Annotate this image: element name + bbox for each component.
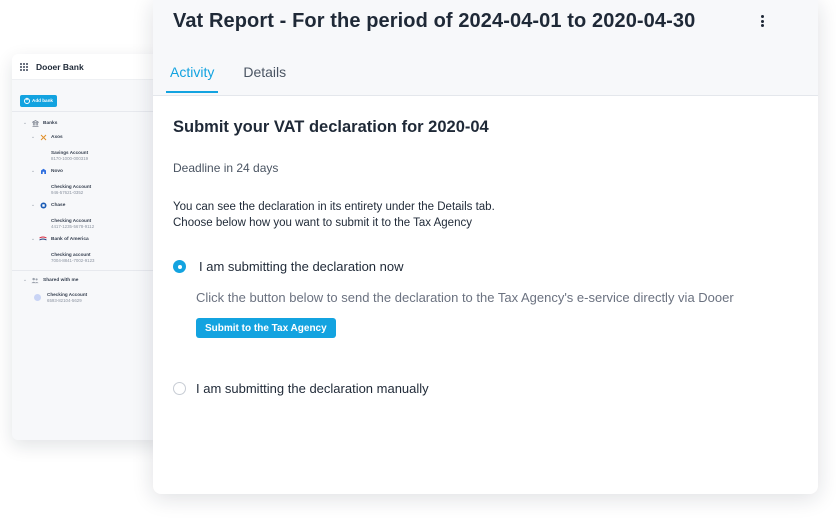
info-line-1: You can see the declaration in its entir… — [173, 201, 495, 213]
account-item[interactable]: Checking Account 946-57621-0352 — [12, 184, 164, 196]
account-item[interactable]: Checking account 7004-8841-7002-9123 — [12, 252, 164, 264]
chevron-down-icon[interactable]: ⌄ — [30, 134, 36, 140]
option-submit-manually[interactable]: I am submitting the declaration manually — [173, 381, 429, 396]
info-text: You can see the declaration in its entir… — [173, 199, 495, 231]
chevron-down-icon[interactable]: ⌄ — [30, 168, 36, 174]
account-number: 8170-1000-000319 — [51, 156, 89, 161]
add-bank-button[interactable]: + Add bank — [20, 94, 57, 107]
tree-banks-group[interactable]: ⌄ Banks — [12, 118, 164, 128]
chase-logo-icon — [39, 201, 47, 209]
tree-shared-group[interactable]: ⌄ Shared with me — [12, 275, 164, 285]
bank-tree: ⌄ Banks ⌄ Axos Savings Account 8170-1000… — [12, 112, 164, 304]
bank-name: Axos — [51, 134, 63, 140]
vat-report-card: Vat Report - For the period of 2024-04-0… — [153, 0, 818, 494]
shared-account-item[interactable]: Checking Account 6593-82104-5629 — [12, 292, 164, 304]
grid-icon[interactable] — [20, 62, 28, 71]
bank-name: Novo — [51, 168, 63, 174]
bank-building-icon — [31, 119, 39, 127]
option-submit-manually-label: I am submitting the declaration manually — [196, 381, 429, 396]
plus-icon: + — [24, 97, 30, 104]
account-number: 6593-82104-5629 — [47, 298, 82, 303]
account-item[interactable]: Checking Account 4417-1235-5678-9112 — [12, 218, 164, 230]
option-submit-now-description: Click the button below to send the decla… — [196, 290, 734, 305]
radio-submit-now[interactable] — [173, 260, 186, 273]
account-number: 4417-1235-5678-9112 — [51, 224, 95, 229]
tree-bank-chase[interactable]: ⌄ Chase — [12, 200, 164, 210]
tab-activity[interactable]: Activity — [166, 64, 219, 93]
bank-panel-header: Dooer Bank — [12, 54, 164, 80]
chevron-down-icon[interactable]: ⌄ — [30, 236, 36, 242]
declaration-heading: Submit your VAT declaration for 2020-04 — [173, 118, 489, 136]
shared-account-icon — [34, 294, 41, 301]
bank-panel: Dooer Bank + Add bank ⌄ Banks ⌄ Axos Sav… — [12, 54, 164, 440]
bank-name: Bank of America — [51, 236, 89, 242]
account-number: 7004-8841-7002-9123 — [51, 258, 95, 263]
shared-section: ⌄ Shared with me Checking Account 6593-8… — [12, 270, 164, 304]
report-header: Vat Report - For the period of 2024-04-0… — [153, 0, 818, 96]
radio-submit-manually[interactable] — [173, 382, 186, 395]
axos-logo-icon — [39, 133, 47, 141]
tree-bank-novo[interactable]: ⌄ Novo — [12, 166, 164, 176]
shared-label: Shared with me — [43, 277, 79, 283]
novo-logo-icon — [39, 167, 47, 175]
kebab-menu-icon[interactable] — [757, 13, 767, 29]
chevron-down-icon[interactable]: ⌄ — [22, 277, 28, 283]
report-tabs: Activity Details — [166, 64, 311, 93]
shared-account-text: Checking Account 6593-82104-5629 — [47, 292, 87, 304]
option-submit-now[interactable]: I am submitting the declaration now — [173, 259, 404, 274]
tab-details[interactable]: Details — [239, 64, 290, 92]
tree-bank-bank-of-america[interactable]: ⌄ Bank of America — [12, 234, 164, 244]
banks-label: Banks — [43, 120, 58, 126]
deadline-text: Deadline in 24 days — [173, 161, 279, 175]
chevron-down-icon[interactable]: ⌄ — [22, 120, 28, 126]
add-bank-row: + Add bank — [12, 80, 164, 112]
account-number: 946-57621-0352 — [51, 190, 84, 195]
bank-of-america-logo-icon — [39, 235, 47, 243]
people-icon — [31, 276, 39, 284]
stage: Dooer Bank + Add bank ⌄ Banks ⌄ Axos Sav… — [0, 0, 836, 521]
account-item[interactable]: Savings Account 8170-1000-000319 — [12, 150, 164, 162]
bank-name: Chase — [51, 202, 66, 208]
chevron-down-icon[interactable]: ⌄ — [30, 202, 36, 208]
info-line-2: Choose below how you want to submit it t… — [173, 217, 472, 229]
report-title: Vat Report - For the period of 2024-04-0… — [173, 10, 696, 32]
add-bank-label: Add bank — [32, 98, 53, 103]
option-submit-now-label: I am submitting the declaration now — [199, 259, 404, 274]
bank-panel-title: Dooer Bank — [36, 61, 84, 72]
submit-to-tax-agency-button[interactable]: Submit to the Tax Agency — [196, 318, 336, 338]
tree-bank-axos[interactable]: ⌄ Axos — [12, 132, 164, 142]
